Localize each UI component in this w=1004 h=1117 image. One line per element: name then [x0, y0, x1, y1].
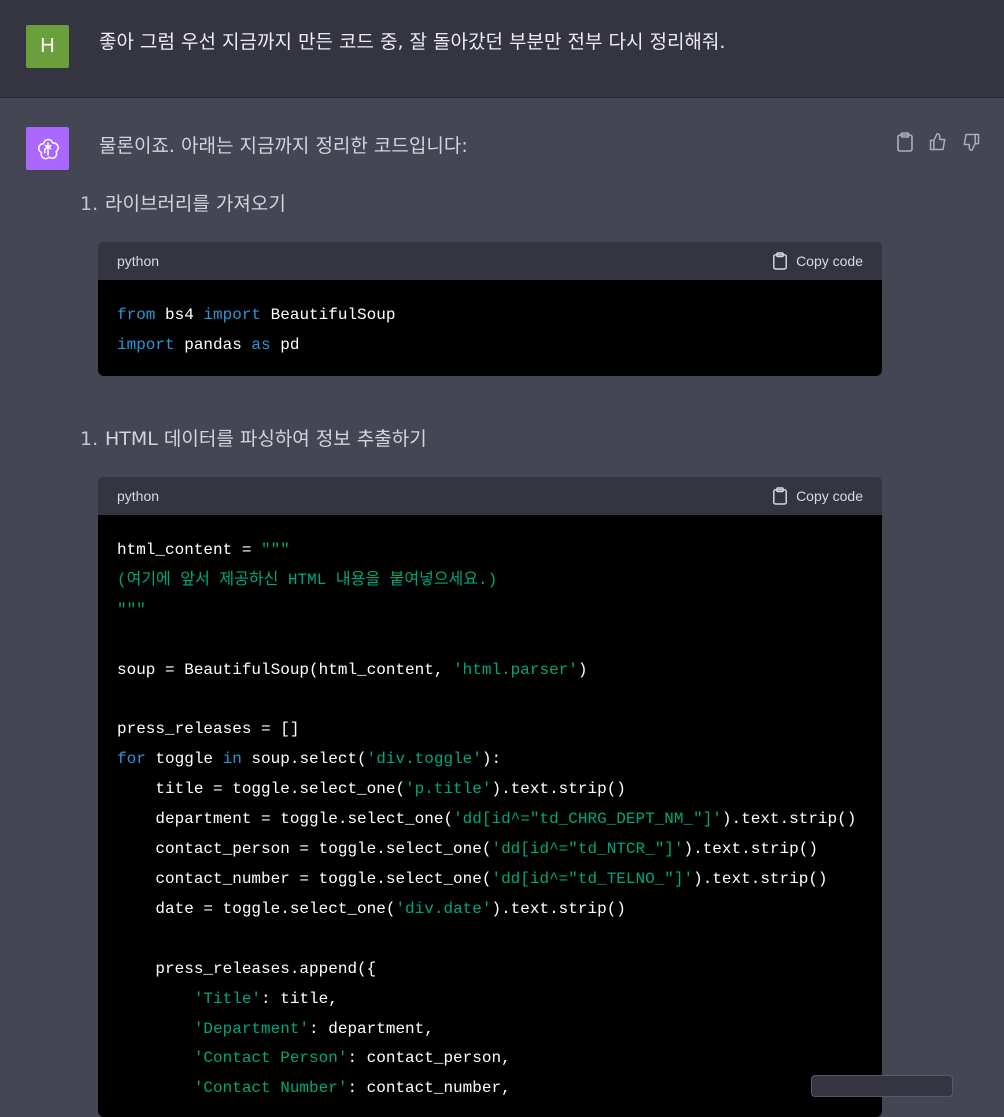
scroll-down-button[interactable]	[811, 1075, 953, 1097]
assistant-intro-text: 물론이죠. 아래는 지금까지 정리한 코드입니다:	[99, 135, 468, 157]
code-content: from bs4 import BeautifulSoup import pan…	[117, 306, 396, 354]
copy-code-label: Copy code	[796, 488, 863, 504]
thumbs-down-icon[interactable]	[959, 130, 983, 154]
code-header: python Copy code	[98, 477, 882, 515]
clipboard-icon[interactable]	[893, 130, 917, 154]
section-number: 1.	[80, 193, 99, 215]
copy-code-button[interactable]: Copy code	[772, 487, 863, 505]
clipboard-icon	[773, 487, 787, 505]
section-title: HTML 데이터를 파싱하여 정보 추출하기	[105, 428, 427, 450]
message-actions	[893, 130, 983, 154]
openai-logo-icon	[37, 138, 59, 159]
user-avatar: H	[26, 25, 69, 68]
section-number: 1.	[80, 428, 99, 450]
section-heading-1: 1. 라이브러리를 가져오기	[80, 189, 286, 216]
code-header: python Copy code	[98, 242, 882, 280]
section-title: 라이브러리를 가져오기	[105, 193, 286, 215]
code-content: html_content = """ (여기에 앞서 제공하신 HTML 내용을…	[117, 541, 857, 1098]
clipboard-icon	[773, 252, 787, 270]
code-block-1: python Copy code from bs4 import Beautif…	[98, 242, 882, 376]
code-block-2: python Copy code html_content = """ (여기에…	[98, 477, 882, 1117]
copy-code-label: Copy code	[796, 253, 863, 269]
user-message-row: H 좋아 그럼 우선 지금까지 만든 코드 중, 잘 돌아갔던 부분만 전부 다…	[0, 0, 1004, 98]
code-language: python	[117, 488, 160, 504]
code-language: python	[117, 253, 160, 269]
copy-code-button[interactable]: Copy code	[772, 252, 863, 270]
thumbs-up-icon[interactable]	[926, 130, 950, 154]
user-message-text: 좋아 그럼 우선 지금까지 만든 코드 중, 잘 돌아갔던 부분만 전부 다시 …	[99, 31, 726, 53]
assistant-avatar	[26, 127, 69, 170]
section-heading-2: 1. HTML 데이터를 파싱하여 정보 추출하기	[80, 424, 427, 451]
